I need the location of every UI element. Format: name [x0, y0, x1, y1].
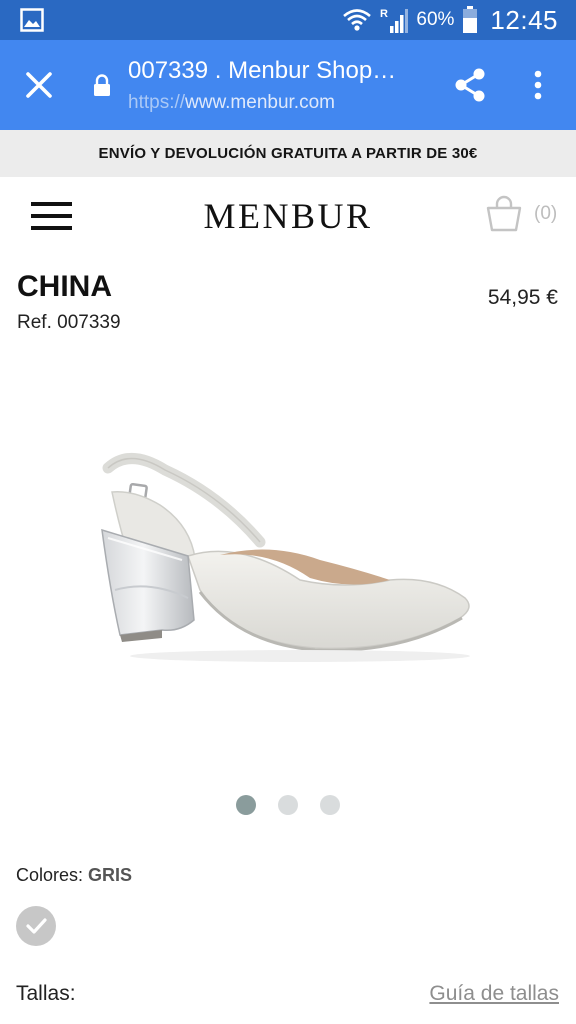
network-label: R [380, 8, 388, 20]
pager-dot[interactable] [278, 795, 298, 815]
status-bar: R 60% 12:45 [0, 0, 576, 40]
url-scheme: https:// [128, 92, 186, 113]
more-vertical-icon[interactable] [528, 68, 548, 102]
promo-text: ENVÍO Y DEVOLUCIÓN GRATUITA A PARTIR DE … [98, 145, 478, 162]
pager-dot[interactable] [320, 795, 340, 815]
promo-banner: ENVÍO Y DEVOLUCIÓN GRATUITA A PARTIR DE … [0, 130, 576, 177]
product-name: CHINA [17, 270, 112, 303]
cart-count[interactable]: (0) [534, 203, 557, 225]
url-display[interactable]: https://www.menbur.com [128, 92, 335, 114]
size-guide-link[interactable]: Guía de tallas [429, 982, 559, 1006]
color-swatch-gris[interactable] [16, 906, 56, 946]
selected-color: GRIS [88, 865, 133, 885]
url-host: www.menbur.com [185, 92, 335, 113]
clock: 12:45 [490, 4, 558, 35]
sizes-label: Tallas: [16, 982, 76, 1005]
colors-row: Colores: GRIS [16, 865, 132, 886]
colors-label: Colores: [16, 865, 84, 885]
lock-icon [94, 74, 110, 96]
product-reference: Ref. 007339 [17, 312, 121, 333]
battery-icon [463, 6, 478, 33]
shopping-bag-icon[interactable] [485, 195, 523, 233]
check-icon [26, 918, 47, 934]
gallery-icon [20, 8, 44, 32]
product-price: 54,95 € [487, 286, 558, 309]
battery-percent: 60% [416, 9, 455, 30]
page-title[interactable]: 007339 . Menbur Shop… [128, 57, 396, 85]
pager-dot[interactable] [236, 795, 256, 815]
image-pager [0, 795, 576, 815]
close-icon[interactable] [22, 68, 56, 102]
wifi-icon [343, 9, 372, 31]
share-icon[interactable] [452, 66, 488, 104]
signal-icon: R [380, 8, 409, 33]
browser-toolbar: 007339 . Menbur Shop… https://www.menbur… [0, 40, 576, 130]
product-image[interactable] [70, 430, 500, 670]
